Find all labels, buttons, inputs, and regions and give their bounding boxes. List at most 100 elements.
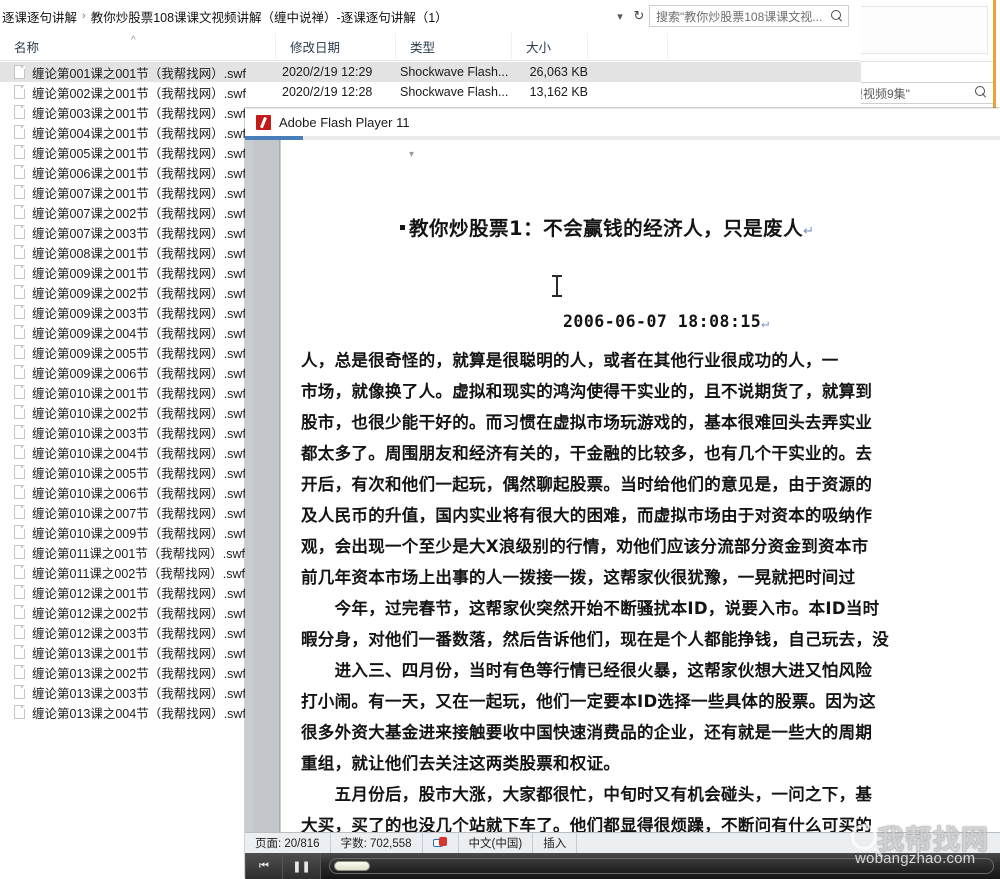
file-icon: [14, 665, 25, 679]
column-header-size[interactable]: 大小: [512, 33, 588, 61]
table-row[interactable]: 缠论第001课之001节（我帮找网）.swf2020/2/19 12:29Sho…: [0, 62, 861, 82]
file-name: 缠论第007课之003节（我帮找网）.swf: [32, 223, 276, 242]
chevron-down-icon[interactable]: ▾: [611, 5, 629, 27]
file-name: 缠论第009课之004节（我帮找网）.swf: [32, 323, 276, 342]
seek-slider-thumb[interactable]: [334, 861, 370, 871]
file-icon: [14, 305, 25, 319]
breadcrumb[interactable]: 逐课逐句讲解 › 教你炒股票108课课文视频讲解（缠中说禅）-逐课逐句讲解（1）: [0, 5, 611, 27]
file-icon: [14, 505, 25, 519]
file-date: 2020/2/19 12:28: [276, 85, 396, 99]
file-icon: [14, 325, 25, 339]
file-icon: [14, 285, 25, 299]
file-name: 缠论第009课之006节（我帮找网）.swf: [32, 363, 276, 382]
explorer-address-bar: 逐课逐句讲解 › 教你炒股票108课课文视频讲解（缠中说禅）-逐课逐句讲解（1）…: [0, 0, 861, 32]
background-explorer-window[interactable]: 缠视频9集": [845, 0, 1000, 122]
document-status-bar: 页面: 20/816 字数: 702,558 中文(中国) 插入: [245, 832, 1000, 853]
document-paragraph: 进入三、四月份，当时有色等行情已经很火暴，这帮家伙想大进又怕风险: [301, 655, 1000, 686]
file-icon: [14, 225, 25, 239]
file-icon: [14, 405, 25, 419]
file-date: 2020/2/19 12:29: [276, 65, 396, 79]
file-name: 缠论第007课之001节（我帮找网）.swf: [32, 183, 276, 202]
file-icon: [14, 265, 25, 279]
file-icon: [14, 105, 25, 119]
pause-icon[interactable]: ❚❚: [283, 853, 321, 879]
status-word-count[interactable]: 字数: 702,558: [331, 833, 423, 854]
file-name: 缠论第007课之002节（我帮找网）.swf: [32, 203, 276, 222]
background-window-pane: [846, 0, 994, 62]
file-name: 缠论第009课之005节（我帮找网）.swf: [32, 343, 276, 362]
file-icon: [14, 685, 25, 699]
document-datetime-text: 2006-06-07 18:08:15: [563, 312, 761, 331]
file-name: 缠论第002课之001节（我帮找网）.swf: [32, 83, 276, 102]
file-name: 缠论第005课之001节（我帮找网）.swf: [32, 143, 276, 162]
file-icon: [14, 345, 25, 359]
document-top-marker-icon: ▾: [409, 149, 414, 160]
document-paragraph: 重组，就让他们去关注这两类股票和权证。: [301, 748, 1000, 779]
file-name: 缠论第010课之005节（我帮找网）.swf: [32, 463, 276, 482]
file-name: 缠论第008课之001节（我帮找网）.swf: [32, 243, 276, 262]
file-name: 缠论第013课之001节（我帮找网）.swf: [32, 643, 276, 662]
status-language[interactable]: 中文(中国): [459, 833, 534, 854]
flash-playback-controls[interactable]: ⏮ ❚❚: [245, 853, 1000, 879]
file-name: 缠论第003课之001节（我帮找网）.swf: [32, 103, 276, 122]
file-icon: [14, 85, 25, 99]
text-cursor-icon: [556, 275, 558, 297]
breadcrumb-separator-icon: ›: [82, 10, 86, 22]
file-size: 13,162 KB: [512, 85, 588, 99]
flash-player-title: Adobe Flash Player 11: [279, 115, 410, 130]
background-search-input[interactable]: 缠视频9集": [846, 82, 994, 104]
file-name: 缠论第013课之003节（我帮找网）.swf: [32, 683, 276, 702]
status-insert-mode-label: 插入: [543, 835, 566, 851]
column-header-date[interactable]: 修改日期: [276, 33, 396, 61]
file-icon: [14, 605, 25, 619]
document-paragraph: 大买，买了的也没几个站就下车了。他们都显得很烦躁，不断问有什么可买的: [301, 810, 1000, 832]
column-header-name[interactable]: 名称 ^: [0, 33, 276, 61]
file-icon: [14, 525, 25, 539]
document-paragraph: 人，总是很奇怪的，就算是很聪明的人，或者在其他行业很成功的人，一: [301, 345, 1000, 376]
file-name: 缠论第010课之003节（我帮找网）.swf: [32, 423, 276, 442]
file-icon: [14, 365, 25, 379]
column-header-name-label: 名称: [14, 37, 39, 56]
breadcrumb-segment-current[interactable]: 教你炒股票108课课文视频讲解（缠中说禅）-逐课逐句讲解（1）: [91, 7, 448, 26]
table-row[interactable]: 缠论第002课之001节（我帮找网）.swf2020/2/19 12:28Sho…: [0, 82, 861, 102]
breadcrumb-segment-previous[interactable]: 逐课逐句讲解: [2, 7, 77, 26]
search-icon[interactable]: [831, 10, 844, 23]
file-icon: [14, 185, 25, 199]
file-name: 缠论第010课之002节（我帮找网）.swf: [32, 403, 276, 422]
file-name: 缠论第009课之001节（我帮找网）.swf: [32, 263, 276, 282]
document-paragraph: 暇分身，对他们一番数落，然后告诉他们，现在是个人都能挣钱，自己玩去，没: [301, 624, 1000, 655]
document-content: ▾ 教你炒股票1：不会赢钱的经济人，只是废人 ↵ 2006-06-07 18:08…: [281, 140, 1000, 832]
file-name: 缠论第010课之001节（我帮找网）.swf: [32, 383, 276, 402]
adobe-flash-icon: [256, 115, 271, 130]
file-icon: [14, 125, 25, 139]
status-page[interactable]: 页面: 20/816: [245, 833, 331, 854]
file-icon: [14, 485, 25, 499]
spellcheck-icon[interactable]: [423, 833, 459, 854]
file-icon: [14, 385, 25, 399]
background-window-edge-outer: [996, 0, 1000, 122]
document-heading-text: 教你炒股票1：不会赢钱的经济人，只是废人: [409, 217, 803, 240]
skip-back-icon[interactable]: ⏮: [245, 853, 283, 879]
file-icon: [14, 545, 25, 559]
refresh-icon[interactable]: ↻: [629, 5, 649, 27]
file-name: 缠论第012课之002节（我帮找网）.swf: [32, 603, 276, 622]
search-placeholder: 搜索"教你炒股票108课课文视...: [656, 8, 831, 25]
seek-slider[interactable]: [329, 858, 994, 874]
file-icon: [14, 585, 25, 599]
status-insert-mode[interactable]: 插入: [533, 833, 577, 854]
column-header-type[interactable]: 类型: [396, 33, 512, 61]
flash-player-window: Adobe Flash Player 11 ▾ 教你炒股票1：不会赢钱的经济人，…: [245, 108, 1000, 879]
file-icon: [14, 245, 25, 259]
document-paragraph: 及人民币的升值，国内实业将有很大的困难，而虚拟市场由于对资本的吸纳作: [301, 500, 1000, 531]
document-left-margin: [253, 140, 280, 832]
file-list-column-headers: 名称 ^ 修改日期 类型 大小: [0, 33, 861, 61]
flash-stage[interactable]: ▾ 教你炒股票1：不会赢钱的经济人，只是废人 ↵ 2006-06-07 18:08…: [245, 140, 1000, 832]
status-page-label: 页面: 20/816: [255, 835, 320, 851]
file-icon: [14, 425, 25, 439]
background-search-text: 缠视频9集": [851, 85, 975, 102]
document-paragraph: 今年，过完春节，这帮家伙突然开始不断骚扰本ID，说要入市。本ID当时: [301, 593, 1000, 624]
file-name: 缠论第010课之007节（我帮找网）.swf: [32, 503, 276, 522]
flash-player-title-bar[interactable]: Adobe Flash Player 11: [245, 108, 1000, 136]
search-input[interactable]: 搜索"教你炒股票108课课文视...: [649, 5, 849, 27]
pilcrow-icon: ↵: [761, 316, 769, 331]
